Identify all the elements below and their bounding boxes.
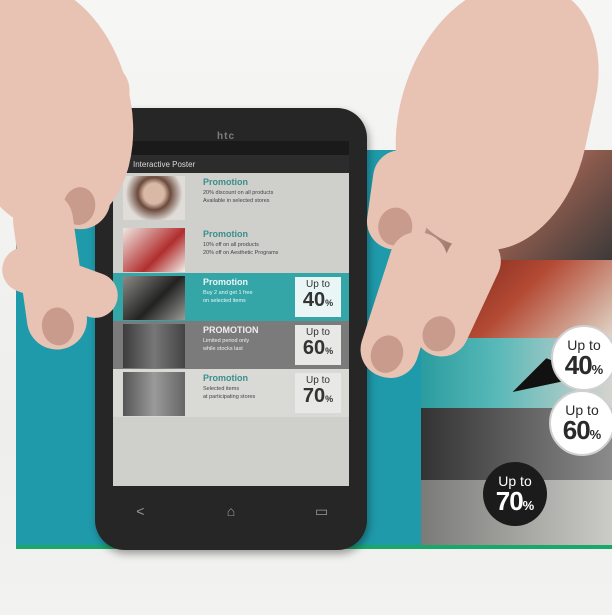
promo-line: while stocks last [203, 346, 243, 352]
promo-title: Promotion [203, 373, 248, 383]
badge-value: 70 [302, 385, 326, 407]
promo-line: on selected items [203, 298, 246, 304]
home-icon[interactable]: ⌂ [211, 503, 251, 519]
badge-percent: % [325, 298, 334, 308]
promo-line: Buy 2 and get 1 free [203, 290, 253, 296]
promo-title: Promotion [203, 277, 248, 287]
back-icon[interactable]: < [120, 503, 160, 519]
promo-line: Limited period only [203, 338, 250, 344]
promo-line: 20% discount on all products [203, 190, 274, 196]
promo-title: PROMOTION [203, 325, 259, 335]
promo-card-4[interactable]: PROMOTION Limited period only while stoc… [113, 321, 349, 369]
fingernail [365, 331, 409, 378]
promo-thumbnail [123, 228, 185, 272]
discount-badge: Up to 40% [295, 277, 341, 317]
promo-line: 20% off on Aesthetic Programs [203, 250, 279, 256]
badge-percent: % [522, 498, 535, 513]
promo-card-2[interactable]: Promotion 10% off on all products 20% of… [113, 225, 349, 273]
app-title: Interactive Poster [133, 159, 196, 169]
discount-badge: Up to 60% [295, 325, 341, 365]
app-bar: Interactive Poster [113, 155, 349, 173]
status-bar [113, 141, 349, 155]
badge-percent: % [325, 394, 334, 404]
fingernail [39, 305, 77, 348]
promo-line: Selected items [203, 386, 240, 392]
poster-badge-40: Up to 40% [551, 325, 612, 391]
poster-badge-70: Up to 70% [483, 462, 547, 526]
badge-value: 70 [495, 486, 524, 516]
photo-scene: Up to 40% Up to 60% Up to 70% htc Intera… [0, 0, 612, 615]
phone-screen[interactable]: Interactive Poster Promotion 20% discoun… [113, 141, 349, 486]
promo-title: Promotion [203, 177, 248, 187]
promo-thumbnail [123, 276, 185, 320]
smartphone: htc Interactive Poster Promotion 20% dis… [95, 108, 367, 550]
poster-badge-60: Up to 60% [549, 390, 612, 456]
promo-line: Available in selected stores [203, 198, 270, 204]
promo-card-1[interactable]: Promotion 20% discount on all products A… [113, 173, 349, 225]
promo-line: at participating stores [203, 394, 256, 400]
promo-title: Promotion [203, 229, 248, 239]
badge-value: 60 [562, 415, 591, 445]
phone-nav-bar: < ⌂ ▭ [95, 496, 367, 526]
recent-apps-icon[interactable]: ▭ [302, 503, 342, 520]
badge-percent: % [589, 427, 602, 442]
fingernail [416, 310, 461, 357]
badge-value: 60 [302, 337, 326, 359]
badge-percent: % [591, 362, 604, 377]
promo-card-5[interactable]: Promotion Selected items at participatin… [113, 369, 349, 417]
promo-thumbnail [123, 372, 185, 416]
badge-percent: % [325, 346, 334, 356]
promo-line: 10% off on all products [203, 242, 259, 248]
badge-value: 40 [302, 289, 326, 311]
promo-card-3[interactable]: Promotion Buy 2 and get 1 free on select… [113, 273, 349, 321]
discount-badge: Up to 70% [295, 373, 341, 413]
promo-thumbnail [123, 176, 185, 220]
promo-thumbnail [123, 324, 185, 368]
badge-value: 40 [564, 350, 593, 380]
